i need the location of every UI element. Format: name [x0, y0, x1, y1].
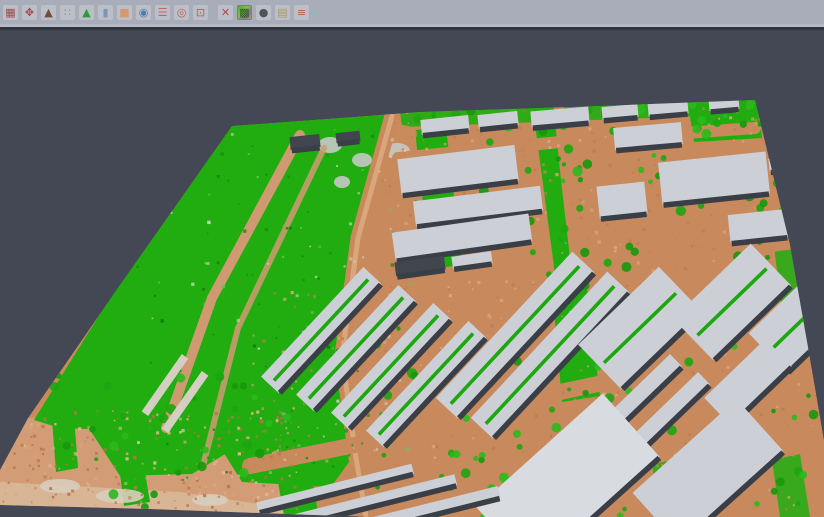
red-stripes-icon[interactable]: ≡	[294, 5, 309, 20]
blue-column-icon[interactable]: ▮	[98, 5, 113, 20]
toolbar: ▦ ✥ ▲ ∷ ▲ ▮ ■ ◉ ☰ ◎ ⊡ ✕ ▩ ● ▤ ≡	[0, 0, 824, 24]
yellow-note-icon[interactable]: ▤	[275, 5, 290, 20]
points-icon[interactable]: ∷	[60, 5, 75, 20]
colored-arrows-icon[interactable]: ✥	[22, 5, 37, 20]
classification-palette-icon[interactable]: ▩	[237, 5, 252, 20]
red-list-icon[interactable]: ☰	[155, 5, 170, 20]
application-window: ▦ ✥ ▲ ∷ ▲ ▮ ■ ◉ ☰ ◎ ⊡ ✕ ▩ ● ▤ ≡	[0, 0, 824, 517]
red-extent-icon[interactable]: ⊡	[193, 5, 208, 20]
red-ring-icon[interactable]: ◎	[174, 5, 189, 20]
green-terrain-icon[interactable]: ▲	[79, 5, 94, 20]
dark-sphere-icon[interactable]: ●	[256, 5, 271, 20]
red-box-icon[interactable]: ▦	[3, 5, 18, 20]
globe-icon[interactable]: ◉	[136, 5, 151, 20]
brown-terrain-icon[interactable]: ▲	[41, 5, 56, 20]
orange-tile-icon[interactable]: ■	[117, 5, 132, 20]
cross-icon[interactable]: ✕	[218, 5, 233, 20]
viewport-3d[interactable]	[0, 30, 824, 517]
point-cloud-render[interactable]	[0, 30, 824, 517]
